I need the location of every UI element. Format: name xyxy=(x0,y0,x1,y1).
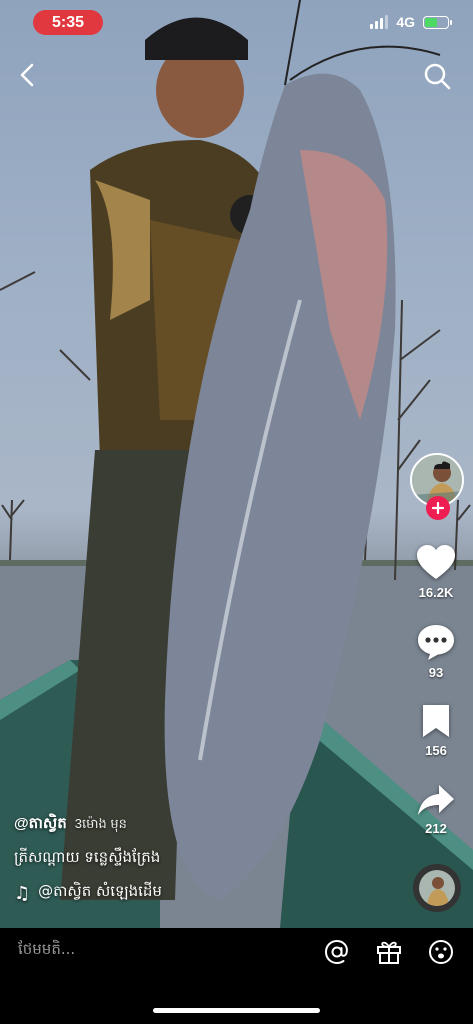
smiley-face-icon xyxy=(429,940,453,964)
video-player[interactable] xyxy=(0,0,473,928)
emoji-button[interactable] xyxy=(427,938,455,966)
share-count: 212 xyxy=(425,821,447,836)
video-caption: @តាស្វិត 3ម៉ោង មុន ត្រីសណ្ដាយ ទន្លេស្ទឹង… xyxy=(14,814,344,904)
comment-count: 93 xyxy=(428,665,444,680)
search-icon xyxy=(424,63,451,90)
mention-button[interactable] xyxy=(323,938,351,966)
creator-avatar[interactable] xyxy=(410,453,466,520)
username[interactable]: @តាស្វិត xyxy=(14,814,67,836)
share-button[interactable]: 212 xyxy=(408,783,464,836)
comment-input[interactable]: ថែមមតិ... xyxy=(18,940,75,962)
gift-button[interactable] xyxy=(375,938,403,966)
heart-icon xyxy=(417,545,455,579)
status-icons: 4G xyxy=(370,14,452,30)
save-button[interactable]: 156 xyxy=(408,703,464,758)
share-arrow-icon xyxy=(418,785,454,815)
back-button[interactable] xyxy=(14,60,42,90)
music-note-icon: ♫ xyxy=(14,882,31,904)
music-title[interactable]: @តាស្វិត សំឡេងដើម xyxy=(38,882,162,904)
plus-icon xyxy=(432,502,444,514)
caption-header: @តាស្វិត 3ម៉ោង មុន xyxy=(14,814,344,836)
disc-cover-image xyxy=(419,870,455,906)
follow-button[interactable] xyxy=(426,496,450,520)
comment-bar-icons xyxy=(323,938,455,966)
bookmark-icon xyxy=(423,705,449,737)
gift-icon xyxy=(377,941,401,964)
search-button[interactable] xyxy=(421,60,453,92)
music-info[interactable]: ♫ @តាស្វិត សំឡេងដើម xyxy=(14,882,344,904)
comment-bubble-icon xyxy=(418,625,454,660)
like-button[interactable]: 16.2K xyxy=(408,545,464,600)
signal-icon xyxy=(370,15,389,29)
video-description[interactable]: ត្រីសណ្ដាយ ទន្លេស្ទឹងត្រែង xyxy=(14,848,344,870)
chevron-left-icon xyxy=(20,63,34,87)
music-disc[interactable] xyxy=(413,864,461,912)
post-time: 3ម៉ោង មុន xyxy=(74,816,127,831)
at-sign-icon xyxy=(324,939,348,965)
status-time: 5:35 xyxy=(33,10,103,35)
battery-icon xyxy=(423,15,452,29)
home-indicator[interactable] xyxy=(153,1008,320,1013)
save-count: 156 xyxy=(425,743,447,758)
like-count: 16.2K xyxy=(418,585,454,600)
network-label: 4G xyxy=(396,14,415,30)
video-frame xyxy=(0,0,473,928)
comment-button[interactable]: 93 xyxy=(408,623,464,680)
